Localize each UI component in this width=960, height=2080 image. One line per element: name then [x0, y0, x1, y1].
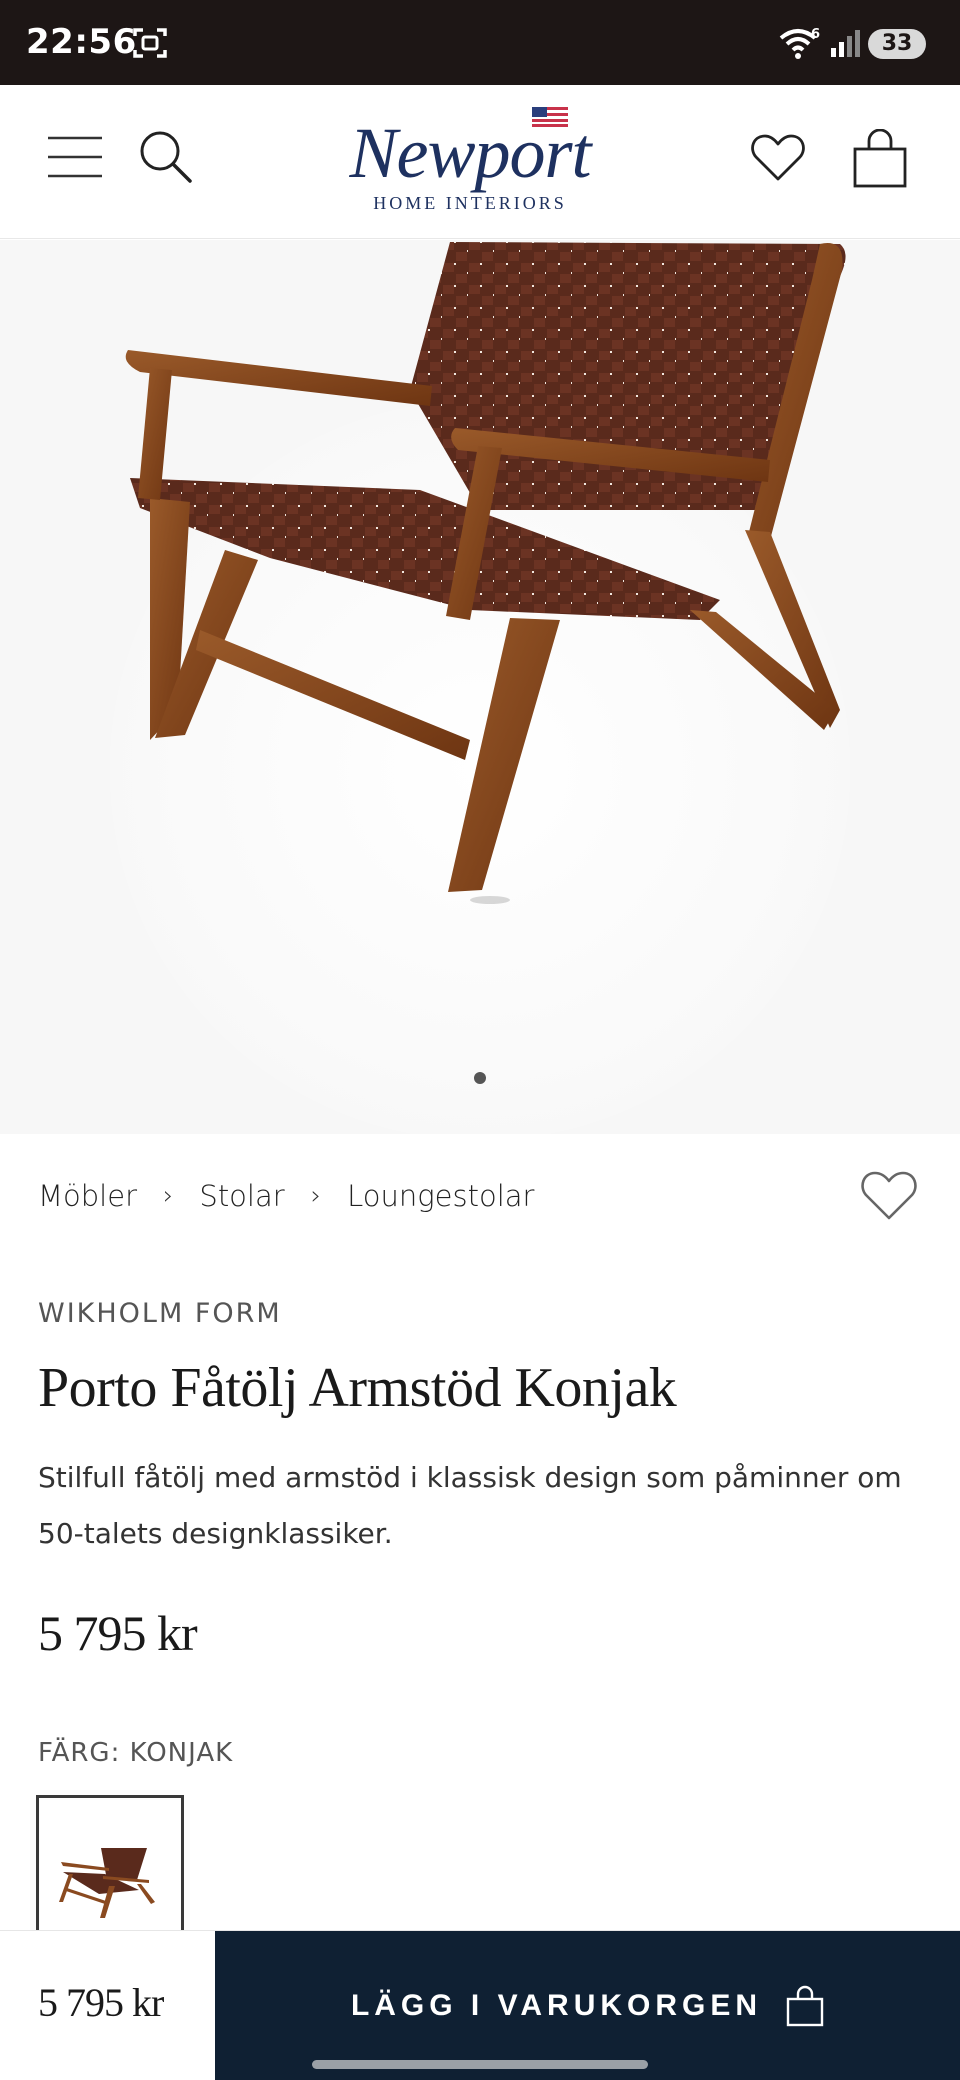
add-to-cart-label: LÄGG I VARUKORGEN [350, 1989, 763, 2022]
breadcrumb-item-loungestolar[interactable]: Loungestolar [347, 1179, 534, 1213]
gallery-dot-active[interactable] [474, 1072, 486, 1084]
logo-subtitle: HOME INTERIORS [373, 193, 567, 213]
site-header: Newport HOME INTERIORS [0, 85, 960, 239]
shopping-bag-icon [786, 1985, 824, 2027]
add-to-wishlist-heart-icon[interactable] [860, 1170, 918, 1222]
search-icon[interactable] [138, 129, 194, 185]
product-title: Porto Fåtölj Armstöd Konjak [38, 1357, 677, 1419]
wifi-icon: 6 [779, 27, 820, 59]
menu-icon[interactable] [48, 135, 104, 179]
status-bar: 22:56 6 33 [0, 0, 960, 85]
battery-indicator: 33 [868, 29, 926, 59]
breadcrumb-item-stolar[interactable]: Stolar [199, 1179, 284, 1213]
product-description: Stilfull fåtölj med armstöd i klassisk d… [38, 1461, 902, 1550]
breadcrumb: Möbler › Stolar › Loungestolar [38, 1176, 534, 1216]
product-price: 5 795 kr [38, 1605, 198, 1661]
breadcrumb-separator: › [163, 1181, 174, 1211]
newport-logo[interactable]: Newport HOME INTERIORS [320, 107, 620, 213]
product-gallery[interactable] [0, 240, 960, 1134]
status-time: 22:56 [26, 22, 137, 62]
shopping-bag-icon[interactable] [852, 129, 908, 189]
sticky-price: 5 795 kr [38, 1980, 164, 2025]
armchair-thumbnail [59, 1848, 155, 1918]
signal-icon [831, 30, 860, 57]
breadcrumb-item-mobler[interactable]: Möbler [38, 1179, 137, 1213]
wifi-badge: 6 [811, 27, 820, 42]
add-to-cart-button[interactable]: LÄGG I VARUKORGEN [215, 1931, 960, 2080]
armchair-product-image[interactable] [0, 240, 960, 1134]
home-indicator [312, 2060, 648, 2069]
color-label: FÄRG: KONJAK [38, 1738, 234, 1768]
screen-record-icon [133, 28, 167, 58]
breadcrumb-separator: › [310, 1181, 322, 1211]
sticky-add-to-cart-bar: 5 795 kr LÄGG I VARUKORGEN [0, 1930, 960, 2080]
heart-icon[interactable] [750, 133, 806, 183]
product-brand[interactable]: WIKHOLM FORM [38, 1298, 282, 1329]
logo-wordmark: Newport [349, 113, 591, 193]
